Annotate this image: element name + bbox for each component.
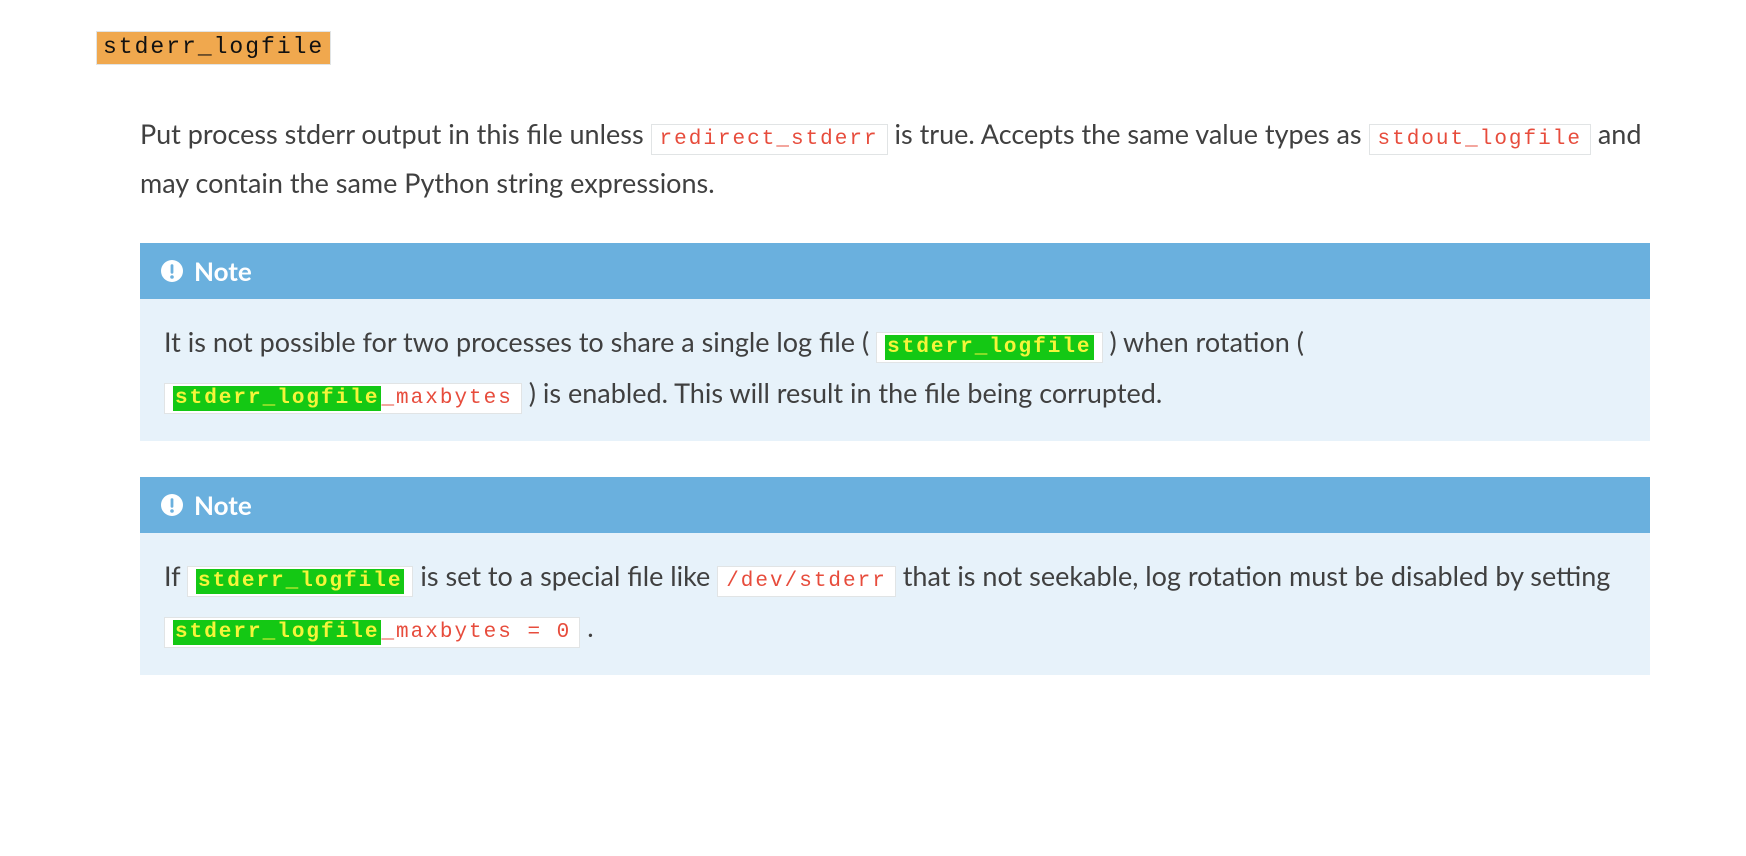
definition-term: stderr_logfile xyxy=(96,34,1650,60)
doc-page: stderr_logfile Put process stderr output… xyxy=(0,0,1746,856)
text-fragment: is set to a special file like xyxy=(420,559,717,592)
code-tail: _maxbytes = 0 xyxy=(381,621,571,644)
highlighted-code: stderr_logfile xyxy=(196,569,404,594)
highlighted-code: stderr_logfile xyxy=(173,620,381,645)
definition-body: Put process stderr output in this file u… xyxy=(140,110,1650,675)
note-title-bar: Note xyxy=(140,243,1650,299)
inline-code: stdout_logfile xyxy=(1369,124,1591,155)
text-fragment: . xyxy=(587,610,593,643)
text-fragment: Put process stderr output in this file u… xyxy=(140,117,651,150)
description-paragraph: Put process stderr output in this file u… xyxy=(140,110,1650,207)
text-fragment: that is not seekable, log rotation must … xyxy=(903,559,1611,592)
inline-code: stderr_logfile xyxy=(187,566,413,597)
note-title-text: Note xyxy=(194,489,252,521)
text-fragment: It is not possible for two processes to … xyxy=(164,325,869,358)
note-body: It is not possible for two processes to … xyxy=(140,299,1650,441)
inline-code: stderr_logfile_maxbytes xyxy=(164,383,522,414)
note-title-bar: Note xyxy=(140,477,1650,533)
text-fragment: ) when rotation ( xyxy=(1109,325,1303,358)
note-body: If stderr_logfile is set to a special fi… xyxy=(140,533,1650,675)
definition-term-code: stderr_logfile xyxy=(96,31,331,65)
inline-code: /dev/stderr xyxy=(717,566,896,597)
text-fragment: If xyxy=(164,559,187,592)
exclamation-circle-icon xyxy=(160,259,184,283)
note-admonition: Note It is not possible for two processe… xyxy=(140,243,1650,441)
exclamation-circle-icon xyxy=(160,493,184,517)
note-title-text: Note xyxy=(194,255,252,287)
inline-code: stderr_logfile xyxy=(876,332,1102,363)
highlighted-code: stderr_logfile xyxy=(173,386,381,411)
inline-code: redirect_stderr xyxy=(651,124,888,155)
inline-code: stderr_logfile_maxbytes = 0 xyxy=(164,617,580,648)
code-tail: _maxbytes xyxy=(381,387,512,410)
text-fragment: ) is enabled. This will result in the fi… xyxy=(529,376,1162,409)
note-admonition: Note If stderr_logfile is set to a speci… xyxy=(140,477,1650,675)
text-fragment: is true. Accepts the same value types as xyxy=(895,117,1369,150)
highlighted-code: stderr_logfile xyxy=(885,335,1093,360)
